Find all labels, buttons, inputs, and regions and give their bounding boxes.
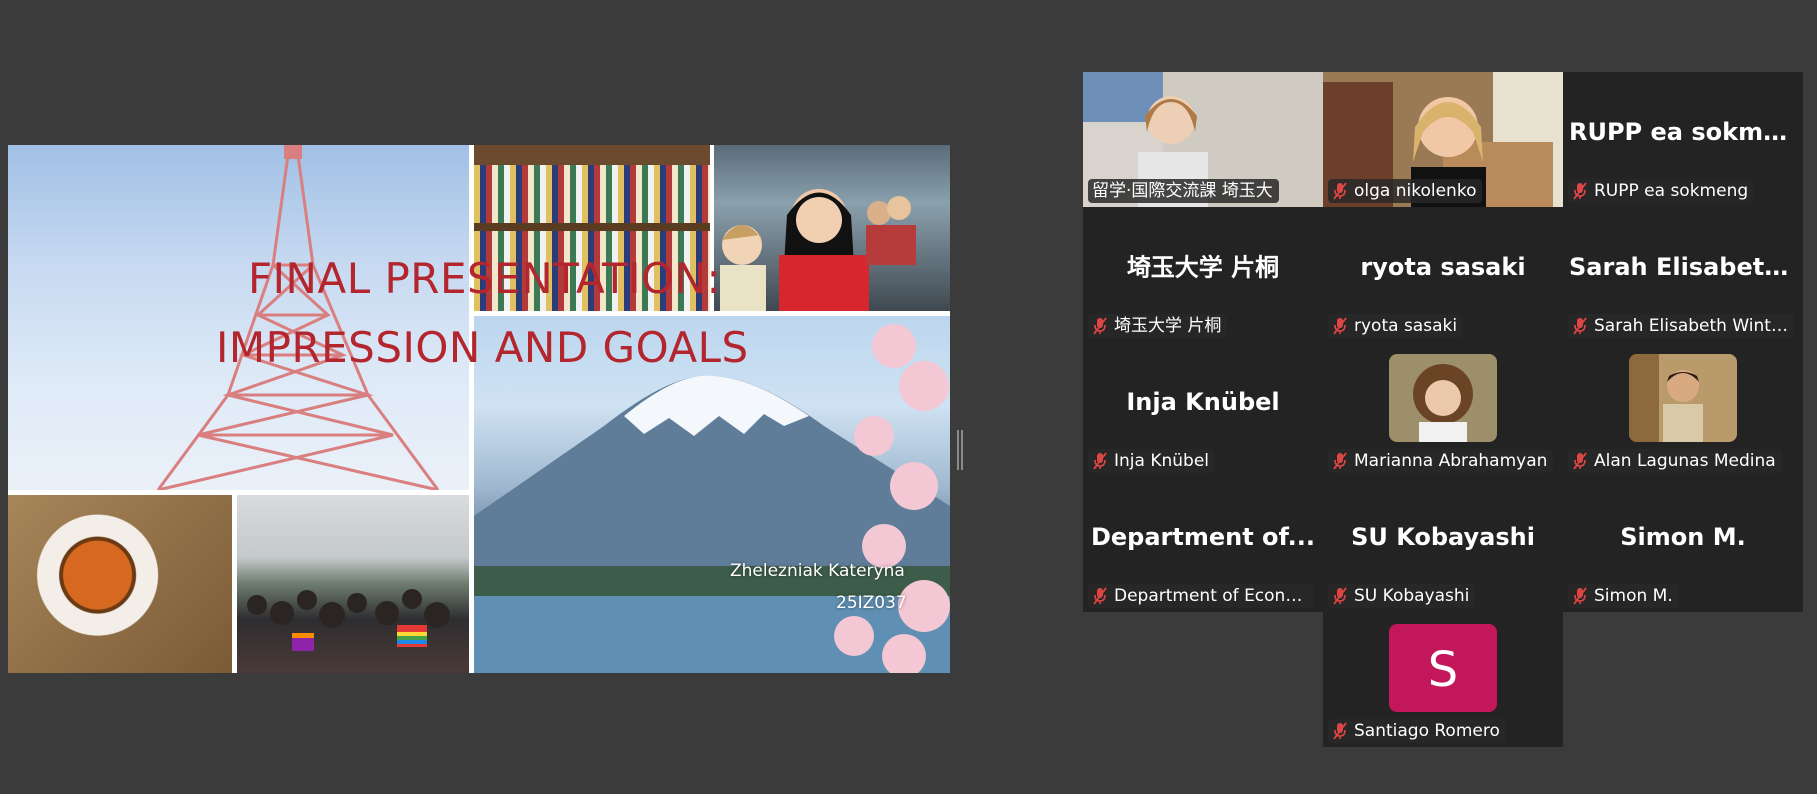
mic-muted-icon: [1093, 452, 1107, 470]
participant-tile[interactable]: Simon M. Simon M.: [1563, 477, 1803, 612]
participant-name-label: olga nikolenko: [1328, 179, 1483, 203]
participant-display-name: RUPP ea sokme...: [1569, 117, 1803, 146]
mic-muted-icon: [1573, 317, 1587, 335]
tokyo-tower-photo: [8, 145, 469, 490]
participant-display-name: 埼玉大学 片桐: [1126, 253, 1280, 282]
participant-name-label: Santiago Romero: [1328, 719, 1506, 743]
participant-tile[interactable]: Marianna Abrahamyan: [1323, 342, 1563, 477]
participant-name-label: Sarah Elisabeth Winter...: [1568, 314, 1794, 338]
participant-tile[interactable]: Alan Lagunas Medina: [1563, 342, 1803, 477]
mic-muted-icon: [1333, 587, 1347, 605]
parade-photo: [237, 495, 469, 673]
participant-tile[interactable]: Sarah Elisabeth... Sarah Elisabeth Winte…: [1563, 207, 1803, 342]
participant-tile[interactable]: olga nikolenko: [1323, 72, 1563, 207]
participant-name-label: Inja Knübel: [1088, 449, 1216, 473]
mic-muted-icon: [1333, 317, 1347, 335]
mic-muted-icon: [1573, 452, 1587, 470]
participant-tile[interactable]: Department of... Department of Econo...: [1083, 477, 1323, 612]
participant-tile[interactable]: S Santiago Romero: [1323, 612, 1563, 747]
participant-name-label: SU Kobayashi: [1328, 584, 1476, 608]
participant-tile[interactable]: SU Kobayashi SU Kobayashi: [1323, 477, 1563, 612]
shared-screen-slide: FINAL PRESENTATION: IMPRESSION AND GOALS…: [8, 145, 950, 673]
mic-muted-icon: [1573, 587, 1587, 605]
participant-initial-avatar: S: [1389, 624, 1497, 712]
slide-author: Zhelezniak Kateryna: [730, 561, 905, 581]
participant-display-name: Simon M.: [1620, 522, 1746, 551]
participant-profile-photo: [1629, 354, 1737, 442]
participant-tile[interactable]: 埼玉大学 片桐 埼玉大学 片桐: [1083, 207, 1323, 342]
slide-title-line-1: FINAL PRESENTATION:: [248, 254, 722, 303]
mic-muted-icon: [1333, 722, 1347, 740]
mic-muted-icon: [1093, 587, 1107, 605]
mic-muted-icon: [1093, 317, 1107, 335]
participant-display-name: ryota sasaki: [1360, 252, 1526, 281]
mic-muted-icon: [1333, 452, 1347, 470]
participant-name-label: 留学·国際交流課 埼玉大: [1088, 179, 1279, 203]
participant-display-name: Department of...: [1090, 522, 1316, 551]
mic-muted-icon: [1333, 182, 1347, 200]
participant-tile[interactable]: 留学·国際交流課 埼玉大: [1083, 72, 1323, 207]
participant-display-name: Inja Knübel: [1126, 387, 1280, 416]
participant-tile[interactable]: RUPP ea sokme... RUPP ea sokmeng: [1563, 72, 1803, 207]
participant-name-label: Department of Econo...: [1088, 584, 1314, 608]
slide-title-line-2: IMPRESSION AND GOALS: [216, 323, 749, 372]
slide-student-id: 25IZ037: [836, 593, 907, 613]
participant-profile-photo: [1389, 354, 1497, 442]
split-view-resize-handle[interactable]: [957, 430, 963, 470]
mic-muted-icon: [1573, 182, 1587, 200]
participant-display-name: Sarah Elisabeth...: [1569, 252, 1803, 281]
participant-name-label: 埼玉大学 片桐: [1088, 314, 1228, 338]
participant-name-label: Marianna Abrahamyan: [1328, 449, 1554, 473]
participant-name-label: Alan Lagunas Medina: [1568, 449, 1782, 473]
participant-name-label: ryota sasaki: [1328, 314, 1464, 338]
participant-tile[interactable]: Inja Knübel Inja Knübel: [1083, 342, 1323, 477]
participant-tile[interactable]: ryota sasaki ryota sasaki: [1323, 207, 1563, 342]
participant-name-label: RUPP ea sokmeng: [1568, 179, 1755, 203]
participant-display-name: SU Kobayashi: [1351, 522, 1535, 551]
participant-name-label: Simon M.: [1568, 584, 1679, 608]
group-selfie-photo: [714, 145, 950, 311]
food-photo: [8, 495, 232, 673]
